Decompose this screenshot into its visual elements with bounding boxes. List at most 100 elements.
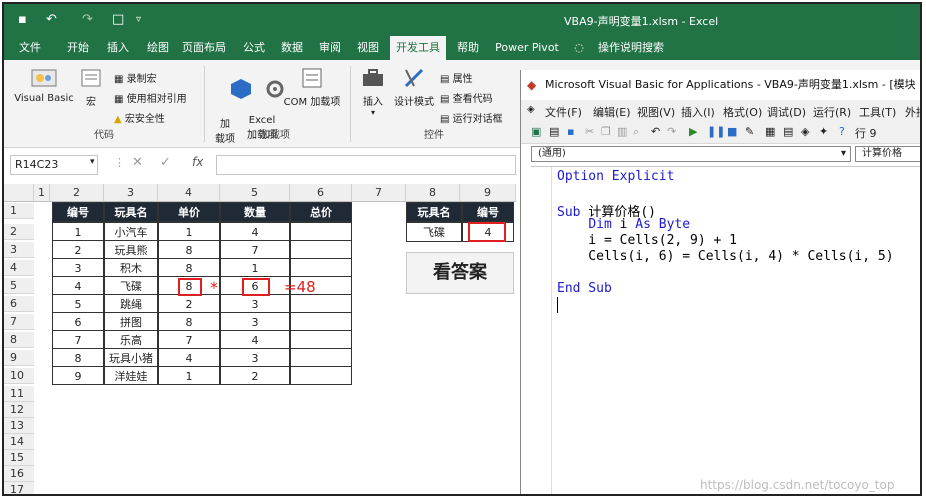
macro-security-button[interactable]: ▲ 宏安全性 bbox=[114, 110, 165, 125]
save-icon[interactable]: ▪ bbox=[18, 12, 27, 27]
copy-icon[interactable]: ❐ bbox=[601, 125, 611, 138]
table-cell[interactable]: 飞碟 bbox=[104, 276, 158, 295]
select-all-corner[interactable] bbox=[4, 184, 34, 202]
table-cell[interactable]: 8 bbox=[52, 348, 104, 367]
excel-view-icon[interactable]: ▣ bbox=[531, 125, 541, 138]
lookup-name-cell[interactable]: 飞碟 bbox=[406, 222, 462, 242]
table-cell[interactable]: 1 bbox=[220, 258, 290, 277]
table-header-cell[interactable]: 玩具名 bbox=[104, 202, 158, 222]
table-cell[interactable] bbox=[290, 366, 352, 385]
table-cell[interactable]: 7 bbox=[158, 330, 220, 349]
lookup-header-cell[interactable]: 编号 bbox=[462, 202, 514, 222]
table-cell[interactable]: 4 bbox=[220, 222, 290, 241]
chevron-down-icon[interactable]: ▾ bbox=[841, 147, 846, 161]
table-cell[interactable]: 拼图 bbox=[104, 312, 158, 331]
table-header-cell[interactable]: 单价 bbox=[158, 202, 220, 222]
table-cell[interactable] bbox=[290, 348, 352, 367]
vba-menu-edit[interactable]: 编辑(E) bbox=[593, 104, 631, 120]
table-cell[interactable] bbox=[290, 222, 352, 241]
column-header[interactable]: 7 bbox=[352, 184, 406, 202]
table-cell[interactable]: 洋娃娃 bbox=[104, 366, 158, 385]
table-cell[interactable]: 4 bbox=[158, 348, 220, 367]
table-cell[interactable]: 小汽车 bbox=[104, 222, 158, 241]
enter-icon[interactable]: ✓ bbox=[160, 155, 171, 170]
vba-menu-debug[interactable]: 调试(D) bbox=[767, 104, 806, 120]
table-cell[interactable]: 2 bbox=[52, 240, 104, 259]
column-header[interactable]: 4 bbox=[158, 184, 220, 202]
row-header[interactable]: 6 bbox=[4, 296, 34, 312]
table-cell[interactable] bbox=[290, 312, 352, 331]
vba-app-menu-icon[interactable]: ◈ bbox=[527, 104, 535, 115]
table-cell[interactable] bbox=[290, 258, 352, 277]
code-pane[interactable]: Option Explicit Sub 计算价格() Dim i As Byte… bbox=[531, 166, 920, 494]
vba-menu-run[interactable]: 运行(R) bbox=[813, 104, 851, 120]
row-header[interactable]: 15 bbox=[4, 450, 34, 466]
tab-data[interactable]: 数据 bbox=[274, 36, 310, 60]
design-mode-button[interactable]: 设计模式 bbox=[392, 66, 436, 108]
properties-window-icon[interactable]: ▤ bbox=[783, 125, 793, 138]
procedure-combo[interactable]: 计算价格 bbox=[855, 146, 920, 162]
macros-button[interactable]: 宏 bbox=[78, 66, 104, 108]
row-header[interactable]: 1 bbox=[4, 203, 34, 219]
run-dialog-button[interactable]: ▤ 运行对话框 bbox=[440, 110, 503, 125]
tab-home[interactable]: 开始 bbox=[60, 36, 96, 60]
column-header[interactable]: 3 bbox=[104, 184, 158, 202]
column-header[interactable]: 1 bbox=[34, 184, 50, 202]
vba-menu-addins[interactable]: 外接 bbox=[905, 104, 920, 120]
toolbox-icon[interactable]: ✦ bbox=[819, 125, 828, 138]
name-box[interactable]: R14C23 bbox=[10, 155, 98, 175]
table-cell[interactable]: 跳绳 bbox=[104, 294, 158, 313]
tab-view[interactable]: 视图 bbox=[350, 36, 386, 60]
table-cell[interactable]: 玩具熊 bbox=[104, 240, 158, 259]
row-header[interactable]: 13 bbox=[4, 418, 34, 434]
table-cell[interactable]: 9 bbox=[52, 366, 104, 385]
object-browser-icon[interactable]: ◈ bbox=[801, 125, 809, 138]
tab-formulas[interactable]: 公式 bbox=[236, 36, 272, 60]
table-header-cell[interactable]: 数量 bbox=[220, 202, 290, 222]
table-cell[interactable] bbox=[290, 240, 352, 259]
column-header[interactable]: 8 bbox=[406, 184, 460, 202]
view-code-button[interactable]: ▤ 查看代码 bbox=[440, 90, 493, 105]
fx-icon[interactable]: fx bbox=[192, 155, 203, 169]
row-header[interactable]: 8 bbox=[4, 332, 34, 348]
table-cell[interactable]: 5 bbox=[52, 294, 104, 313]
table-cell[interactable]: 3 bbox=[52, 258, 104, 277]
row-header[interactable]: 7 bbox=[4, 314, 34, 330]
row-header[interactable]: 11 bbox=[4, 386, 34, 402]
tab-review[interactable]: 审阅 bbox=[312, 36, 348, 60]
object-combo[interactable]: (通用) ▾ bbox=[531, 146, 851, 162]
tab-developer[interactable]: 开发工具 bbox=[390, 36, 446, 60]
help-icon[interactable]: ? bbox=[839, 125, 845, 138]
table-header-cell[interactable]: 编号 bbox=[52, 202, 104, 222]
vba-save-icon[interactable]: ▪ bbox=[567, 125, 574, 138]
show-answer-button[interactable]: 看答案 bbox=[406, 252, 514, 294]
vba-redo-icon[interactable]: ↷ bbox=[667, 125, 676, 138]
tab-help[interactable]: 帮助 bbox=[450, 36, 486, 60]
lookup-header-cell[interactable]: 玩具名 bbox=[406, 202, 462, 222]
vba-menu-file[interactable]: 文件(F) bbox=[545, 104, 582, 120]
insert-module-icon[interactable]: ▤ bbox=[549, 125, 559, 138]
table-cell[interactable] bbox=[290, 330, 352, 349]
row-header[interactable]: 9 bbox=[4, 350, 34, 366]
table-cell[interactable]: 8 bbox=[158, 240, 220, 259]
formula-input[interactable] bbox=[216, 155, 516, 175]
table-cell[interactable] bbox=[290, 294, 352, 313]
stop-icon[interactable]: ■ bbox=[727, 125, 737, 138]
record-macro-button[interactable]: ▦ 录制宏 bbox=[114, 70, 157, 85]
vba-menu-format[interactable]: 格式(O) bbox=[723, 104, 762, 120]
table-cell[interactable]: 6 bbox=[52, 312, 104, 331]
table-cell[interactable]: 2 bbox=[220, 366, 290, 385]
table-header-cell[interactable]: 总价 bbox=[290, 202, 352, 222]
table-cell[interactable]: 玩具小猪 bbox=[104, 348, 158, 367]
customize-icon[interactable]: ▿ bbox=[136, 14, 141, 25]
table-cell[interactable]: 乐高 bbox=[104, 330, 158, 349]
name-box-chevron-icon[interactable]: ▾ bbox=[90, 157, 95, 167]
row-header[interactable]: 12 bbox=[4, 402, 34, 418]
table-cell[interactable]: 3 bbox=[220, 312, 290, 331]
tab-power-pivot[interactable]: Power Pivot bbox=[492, 36, 562, 60]
table-cell[interactable]: 1 bbox=[52, 222, 104, 241]
design-icon[interactable]: ✎ bbox=[745, 125, 754, 138]
row-header[interactable]: 4 bbox=[4, 260, 34, 276]
table-cell[interactable]: 1 bbox=[158, 366, 220, 385]
project-explorer-icon[interactable]: ▦ bbox=[765, 125, 775, 138]
